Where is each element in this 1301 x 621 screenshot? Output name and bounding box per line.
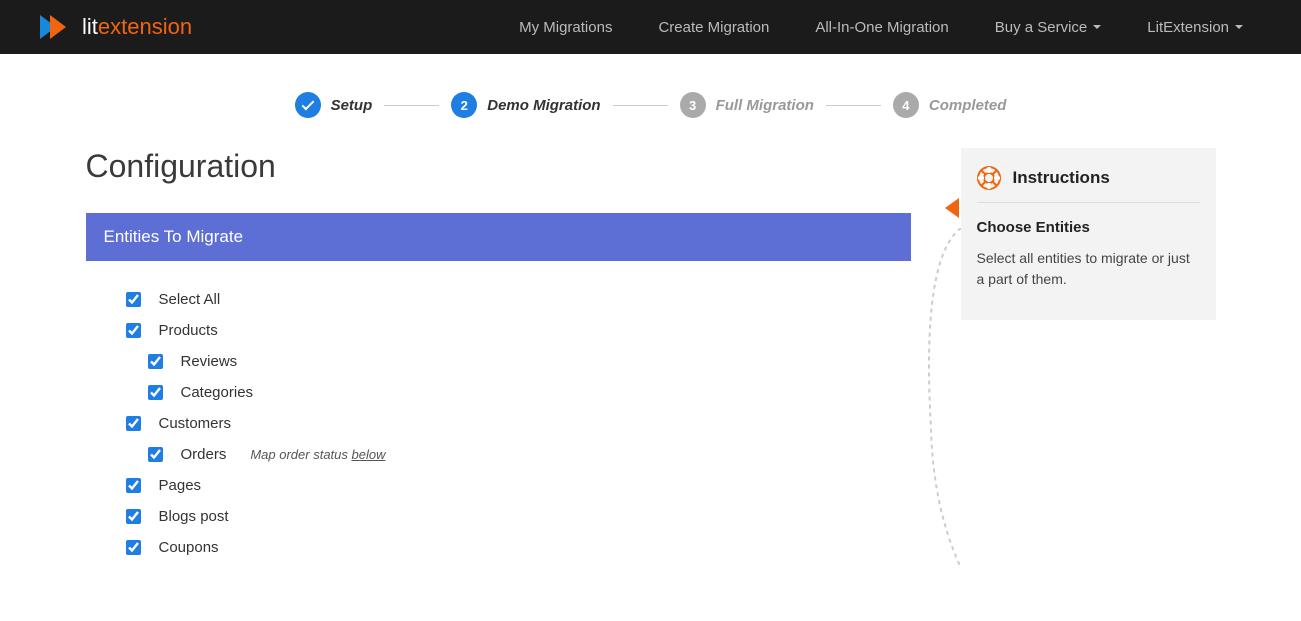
instructions-sidebar: Instructions Choose Entities Select all …	[961, 148, 1216, 320]
step-completed: 4 Completed	[893, 92, 1007, 118]
step-label: Setup	[331, 97, 373, 114]
sidebar-title: Instructions	[1013, 168, 1110, 188]
nav-links: My Migrations Create Migration All-In-On…	[501, 9, 1261, 46]
step-circle-active: 2	[451, 92, 477, 118]
entity-pages: Pages	[126, 477, 911, 494]
sidebar-text: Select all entities to migrate or just a…	[977, 248, 1200, 290]
pointer-icon	[945, 198, 959, 218]
entity-label: Pages	[159, 477, 202, 494]
step-label: Full Migration	[716, 97, 814, 114]
step-divider	[384, 105, 439, 106]
map-order-status-link[interactable]: below	[352, 447, 386, 462]
nav-litextension[interactable]: LitExtension	[1129, 9, 1261, 46]
entities-list: Select All Products Reviews Categories C…	[86, 261, 911, 556]
checkbox-categories[interactable]	[148, 385, 163, 400]
step-full-migration: 3 Full Migration	[680, 92, 814, 118]
checkbox-select-all[interactable]	[126, 292, 141, 307]
nav-create-migration[interactable]: Create Migration	[640, 9, 787, 46]
entity-label: Products	[159, 322, 218, 339]
entity-blogs: Blogs post	[126, 508, 911, 525]
section-header: Entities To Migrate	[86, 213, 911, 261]
entity-products: Products	[126, 322, 911, 339]
chevron-down-icon	[1235, 25, 1243, 29]
checkmark-icon	[301, 97, 314, 110]
step-divider	[613, 105, 668, 106]
entity-label: Customers	[159, 415, 232, 432]
entity-select-all: Select All	[126, 291, 911, 308]
checkbox-products[interactable]	[126, 323, 141, 338]
chevron-down-icon	[1093, 25, 1101, 29]
stepper: Setup 2 Demo Migration 3 Full Migration …	[86, 54, 1216, 148]
entity-label: Blogs post	[159, 508, 229, 525]
step-label: Demo Migration	[487, 97, 600, 114]
checkbox-orders[interactable]	[148, 447, 163, 462]
main-content: Configuration Entities To Migrate Select…	[86, 148, 911, 570]
entity-label: Select All	[159, 291, 221, 308]
entity-orders: Orders Map order status below	[148, 446, 911, 463]
checkbox-pages[interactable]	[126, 478, 141, 493]
nav-buy-service[interactable]: Buy a Service	[977, 9, 1120, 46]
step-circle-done	[295, 92, 321, 118]
logo-text: litextension	[82, 14, 192, 40]
curved-line	[921, 228, 961, 568]
entity-coupons: Coupons	[126, 539, 911, 556]
entity-note: Map order status below	[250, 447, 385, 462]
step-divider	[826, 105, 881, 106]
checkbox-blogs[interactable]	[126, 509, 141, 524]
entity-customers: Customers	[126, 415, 911, 432]
navbar: litextension My Migrations Create Migrat…	[0, 0, 1301, 54]
checkbox-reviews[interactable]	[148, 354, 163, 369]
entity-label: Categories	[181, 384, 254, 401]
sidebar-subtitle: Choose Entities	[977, 219, 1200, 236]
checkbox-customers[interactable]	[126, 416, 141, 431]
logo-icon	[40, 15, 72, 39]
step-circle-pending: 3	[680, 92, 706, 118]
sidebar-header: Instructions	[977, 166, 1200, 203]
step-circle-pending: 4	[893, 92, 919, 118]
step-demo-migration: 2 Demo Migration	[451, 92, 600, 118]
page-title: Configuration	[86, 148, 911, 185]
checkbox-coupons[interactable]	[126, 540, 141, 555]
step-label: Completed	[929, 97, 1007, 114]
nav-my-migrations[interactable]: My Migrations	[501, 9, 630, 46]
step-setup: Setup	[295, 92, 373, 118]
entity-label: Orders	[181, 446, 227, 463]
entity-label: Reviews	[181, 353, 238, 370]
logo[interactable]: litextension	[40, 14, 192, 40]
entity-categories: Categories	[148, 384, 911, 401]
nav-all-in-one[interactable]: All-In-One Migration	[797, 9, 966, 46]
entity-label: Coupons	[159, 539, 219, 556]
lifebuoy-icon	[977, 166, 1001, 190]
entity-reviews: Reviews	[148, 353, 911, 370]
